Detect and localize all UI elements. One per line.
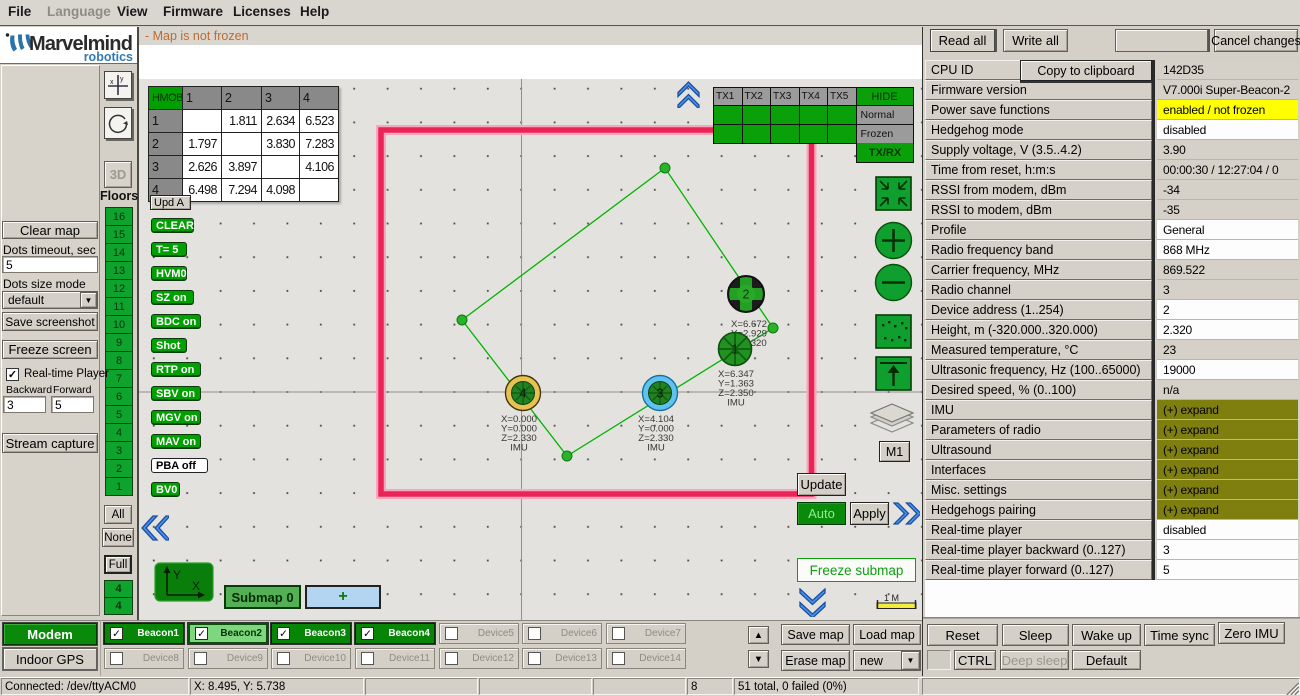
svg-text:Y: Y [173,568,181,582]
svg-text:3: 3 [657,387,664,401]
svg-text:X: X [192,579,200,593]
svg-text:IMU: IMU [647,443,665,454]
svg-text:y: y [120,76,124,83]
svg-text:x: x [110,79,114,86]
svg-text:IMU: IMU [510,443,528,454]
svg-text:1 M: 1 M [884,593,899,603]
svg-text:4: 4 [520,387,527,401]
svg-text:2: 2 [743,288,750,302]
svg-text:IMU: IMU [727,398,745,409]
svg-text:1: 1 [732,343,739,357]
